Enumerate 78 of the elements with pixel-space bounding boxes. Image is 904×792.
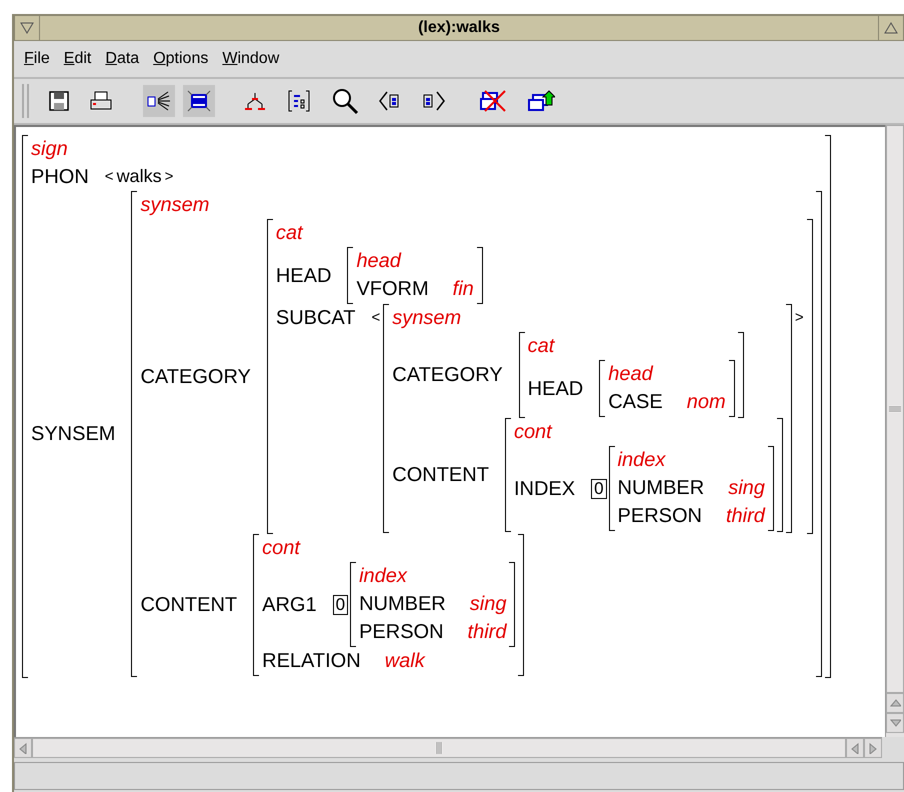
bracket-list-icon [287,89,311,113]
tag-box: 0 [591,478,607,498]
window-title: (lex):walks [417,18,501,38]
menu-item[interactable]: Window [222,50,280,68]
feature-label: VFORM [356,277,429,302]
feature-label: SYNSEM [31,422,116,447]
avm-type: cat [276,221,303,246]
feature-label: RELATION [262,649,361,674]
feature-label: NUMBER [618,476,704,501]
menu-item[interactable]: Edit [64,50,92,68]
atom-value: nom [686,390,726,415]
search-icon [331,87,359,115]
down-arrow-icon [889,717,901,729]
right-bracket [728,360,735,417]
feature-label: CASE [608,390,663,415]
angle-bracket: < [104,167,114,187]
feature-label: CATEGORY [392,363,503,388]
atom-value: fin [452,277,474,302]
avm-type: cont [262,536,300,561]
tree-icon [243,90,267,112]
left-arrow-icon [849,742,861,754]
feature-label: NUMBER [359,592,446,617]
right-bracket [476,247,483,304]
fit-window-button[interactable] [183,85,215,117]
menu-item[interactable]: File [24,50,50,68]
avm-type: head [356,249,401,274]
atom-value: sing [728,476,765,501]
export-window-icon [527,89,555,113]
window-menu-button[interactable] [14,16,40,40]
node-expand-icon [146,90,172,112]
string-value: walks [116,165,162,188]
avm-type: sign [31,137,68,162]
scroll-left-button[interactable] [846,738,864,758]
right-arrow-icon [867,742,879,754]
avm-type: synsem [392,306,462,331]
atom-value: walk [384,649,425,674]
avm-type: index [618,448,666,473]
feature-label: SUBCAT [276,306,356,331]
scroll-down-button[interactable] [886,713,904,733]
avm-type: head [608,362,653,387]
maximize-button[interactable] [878,16,904,40]
up-arrow-icon [889,697,901,709]
feature-label: CATEGORY [140,364,251,390]
save-icon [48,90,70,112]
tag-box: 0 [332,594,348,614]
atom-value: sing [470,592,506,617]
left-bracket [347,247,354,304]
avm-type: cont [514,420,552,445]
delete-window-icon [479,89,507,113]
up-triangle-icon [884,22,898,34]
scroll-right-button[interactable] [864,738,882,758]
printer-icon [89,90,113,112]
toolbar-grip[interactable] [22,84,29,118]
feature-label: ARG1 [262,592,317,618]
angle-bracket: < [372,308,380,328]
avm-type: cat [528,334,554,359]
menu-item[interactable]: Data [105,50,140,68]
left-arrow-icon [17,742,29,754]
menu-item[interactable]: Options [153,50,208,68]
avm-type: index [359,564,407,589]
node-expand-button[interactable] [143,85,175,117]
feature-label: CONTENT [140,593,238,618]
avm-type: synsem [140,193,210,218]
feature-label: INDEX [514,476,576,502]
feature-label: PERSON [618,504,702,529]
feature-label: HEAD [528,376,584,402]
angle-bracket: > [164,167,174,187]
down-triangle-icon [20,22,34,34]
feature-label: PERSON [359,620,444,645]
atom-value: third [726,504,765,529]
atom-value: third [468,620,506,645]
left-bracket [599,360,606,417]
angle-bracket: > [794,308,804,328]
scroll-up-button[interactable] [886,693,904,713]
feature-label: PHON [31,165,89,190]
feature-label: CONTENT [392,463,489,488]
scroll-left-button[interactable] [14,738,32,758]
feature-label: HEAD [276,264,332,288]
